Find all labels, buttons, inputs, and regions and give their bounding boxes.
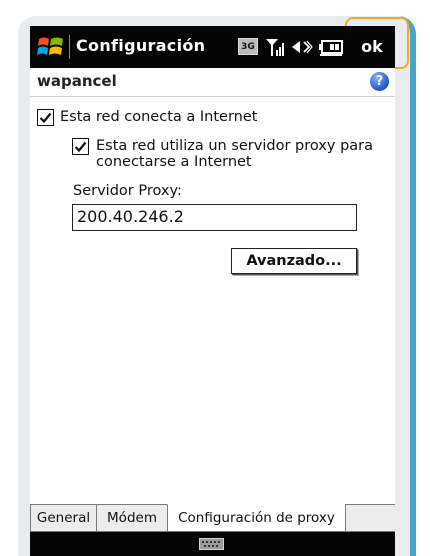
signal-bars-icon [265,37,287,61]
tab-bar: General Módem Configuración de proxy [30,504,395,533]
title-bar: Configuración 3G ok [30,26,395,68]
volume-icon [290,37,314,61]
windows-logo-icon[interactable] [36,33,66,61]
proxy-checkbox[interactable] [72,138,89,155]
subheader: wapancel ? [30,68,395,97]
page-title: Configuración [76,36,206,55]
proxy-server-input[interactable]: 200.40.246.2 [72,204,357,231]
connection-name: wapancel [37,72,117,90]
checkmark-icon [39,112,52,124]
tab-bar-filler [345,504,395,532]
battery-icon [318,37,344,61]
ok-button[interactable]: ok [350,33,394,61]
title-separator [69,35,70,59]
tab-modem[interactable]: Módem [96,504,168,532]
proxy-checkbox-label-line2: conectarse a Internet [96,154,252,170]
tab-proxy-settings[interactable]: Configuración de proxy [167,504,346,532]
checkmark-icon [74,141,87,153]
internet-checkbox-label: Esta red conecta a Internet [60,109,258,125]
internet-checkbox[interactable] [37,109,54,126]
proxy-checkbox-label-line1: Esta red utiliza un servidor proxy para [96,138,374,154]
help-icon[interactable]: ? [370,72,389,91]
advanced-button[interactable]: Avanzado... [231,248,357,274]
proxy-server-label: Servidor Proxy: [73,183,182,199]
keyboard-icon[interactable] [199,538,224,550]
bottom-bar [30,532,395,556]
tab-general[interactable]: General [30,504,97,532]
screen: Configuración 3G ok wapancel ? Esta red … [30,26,395,556]
signal-3g-icon: 3G [238,38,258,55]
